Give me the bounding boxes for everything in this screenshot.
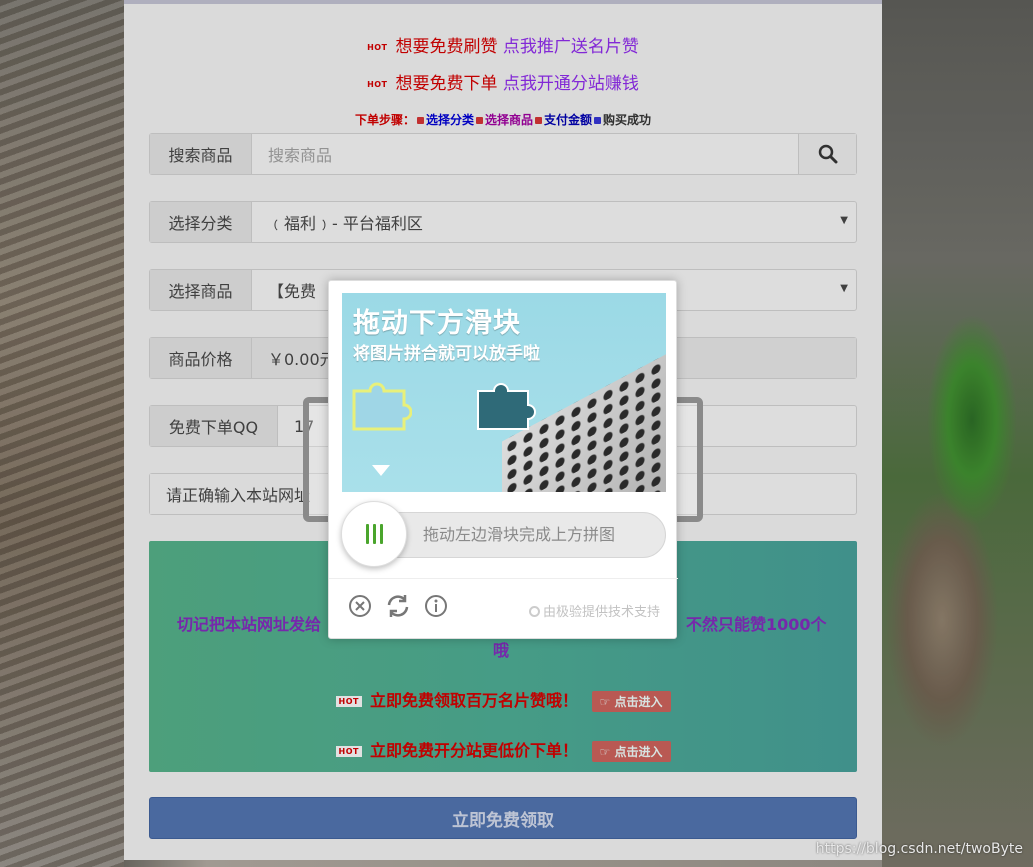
close-button[interactable] [347,593,373,619]
captcha-slider-track: 拖动左边滑块完成上方拼图 [341,501,666,567]
info-button[interactable] [423,593,449,619]
slider-hint: 拖动左边滑块完成上方拼图 [423,525,616,544]
grip-bar [365,524,369,544]
captcha-title: 拖动下方滑块 [353,308,521,339]
captcha-credit-text: 由极验提供技术支持 [542,605,660,620]
captcha-dialog: 拖动下方滑块 将图片拼合就可以放手啦 拖动左边滑块完成上方拼图 由极验提供技术支… [328,280,678,639]
watermark: https://blog.csdn.net/twoByte [815,841,1023,857]
puzzle-slot-icon [477,383,536,430]
captcha-credit[interactable]: 由极验提供技术支持 [528,601,660,620]
captcha-subtitle: 将图片拼合就可以放手啦 [353,344,540,364]
puzzle-piece-icon[interactable] [348,381,412,433]
captcha-divider [329,578,678,579]
geetest-logo-icon [528,606,540,617]
grip-bar [372,524,376,544]
grip-bar [379,524,383,544]
info-icon [425,595,447,617]
close-icon [349,595,371,617]
refresh-button[interactable] [385,593,411,619]
refresh-icon [387,595,409,617]
captcha-image: 拖动下方滑块 将图片拼合就可以放手啦 [342,293,666,492]
arrow-down-icon [372,465,390,476]
captcha-toolbar [347,593,449,619]
slider-knob[interactable] [341,501,407,567]
